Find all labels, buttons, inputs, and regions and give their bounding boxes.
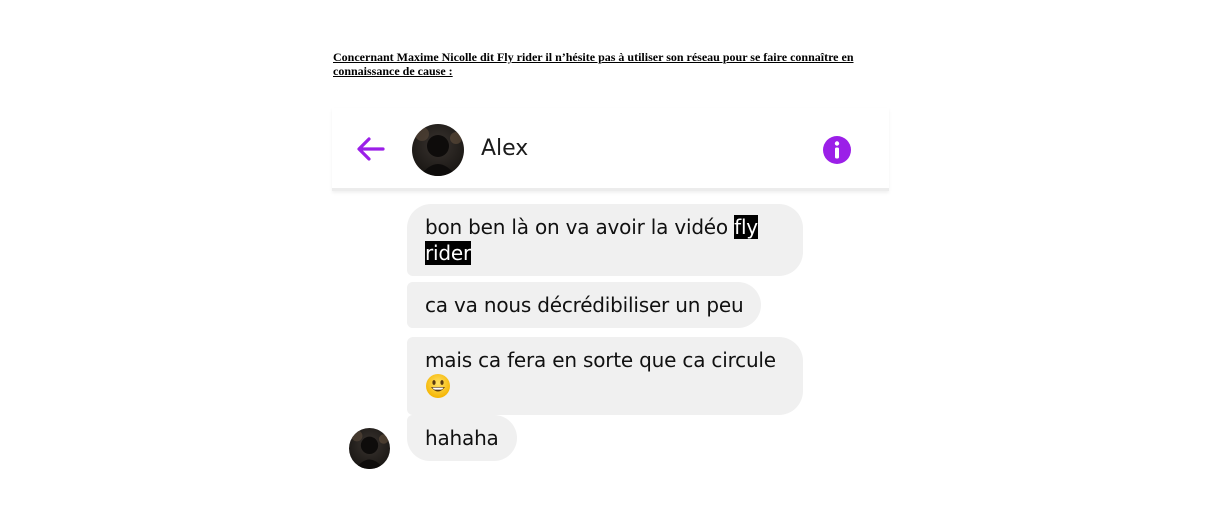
message-text: ca va nous décrédibiliser un peu [425, 293, 744, 317]
grinning-face-emoji [425, 373, 451, 405]
message-bubble[interactable]: bon ben là on va avoir la vidéo fly rider [407, 204, 803, 276]
message-bubble[interactable]: mais ca fera en sorte que ca circule [407, 337, 803, 415]
sender-avatar[interactable] [349, 428, 390, 469]
message-bubble[interactable]: hahaha [407, 415, 517, 461]
message-text: hahaha [425, 426, 499, 450]
chat-header: Alex [332, 108, 889, 191]
message-text: mais ca fera en sorte que ca circule [425, 348, 776, 372]
chat-screenshot: Alex bon ben là on va avoir la vidéo fly… [332, 108, 889, 480]
highlighted-text: rider [425, 241, 472, 265]
document-heading: Concernant Maxime Nicolle dit Fly rider … [333, 50, 854, 78]
highlighted-text: fly [734, 215, 758, 239]
contact-name: Alex [481, 136, 529, 161]
arrow-left-icon [357, 137, 385, 161]
message-bubble[interactable]: ca va nous décrédibiliser un peu [407, 282, 762, 328]
back-button[interactable] [354, 134, 388, 164]
info-icon [823, 136, 851, 164]
info-button[interactable] [822, 135, 852, 165]
contact-avatar[interactable] [412, 124, 464, 176]
message-text: bon ben là on va avoir la vidéo [425, 215, 735, 239]
